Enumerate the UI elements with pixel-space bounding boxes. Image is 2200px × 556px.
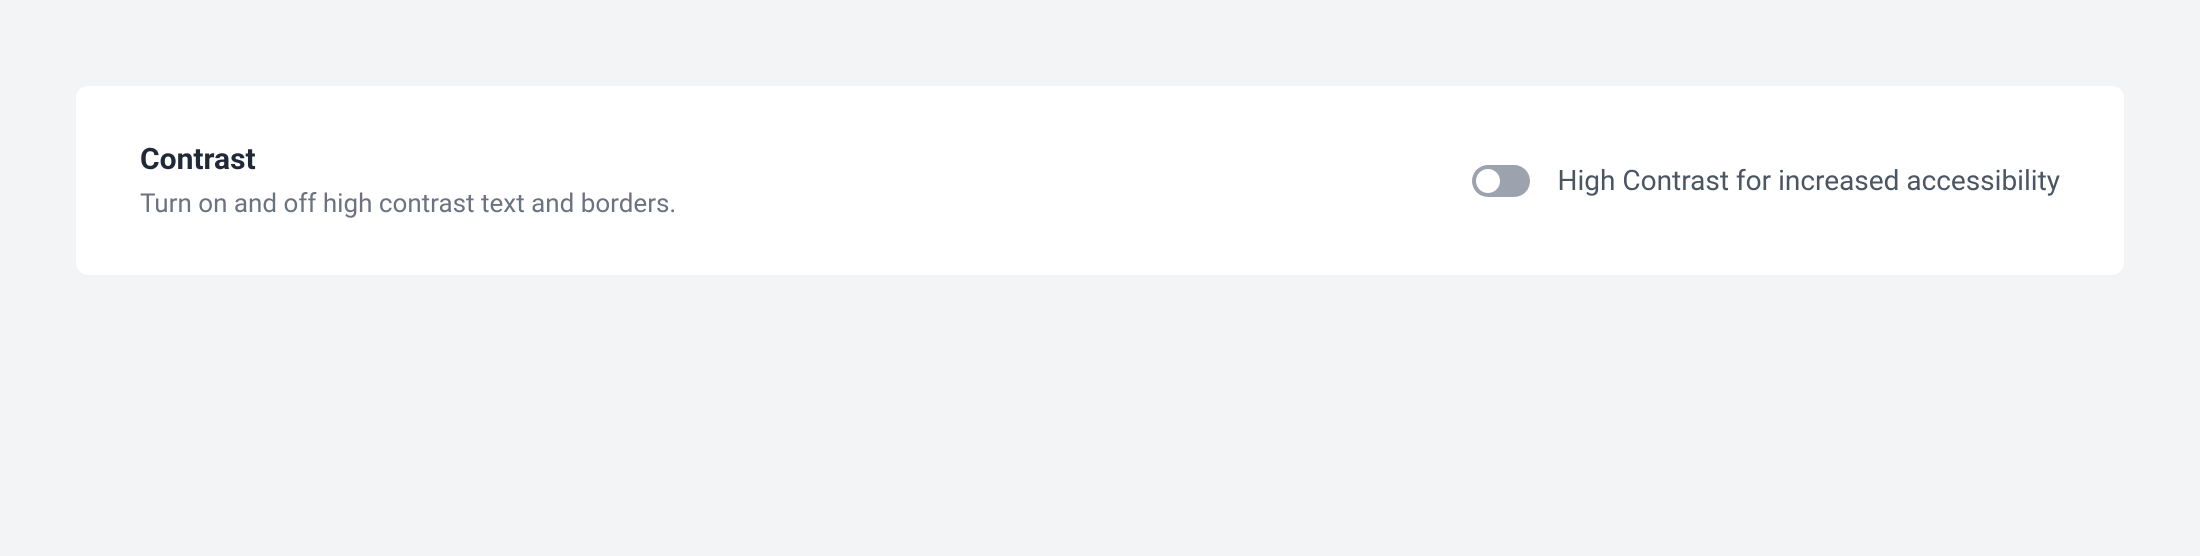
contrast-settings-card: Contrast Turn on and off high contrast t… (76, 86, 2124, 275)
toggle-label: High Contrast for increased accessibilit… (1558, 164, 2060, 197)
settings-description: Turn on and off high contrast text and b… (140, 189, 1472, 219)
settings-control: High Contrast for increased accessibilit… (1472, 164, 2060, 197)
settings-info: Contrast Turn on and off high contrast t… (140, 142, 1472, 219)
toggle-knob (1476, 169, 1500, 193)
high-contrast-toggle[interactable] (1472, 165, 1530, 197)
settings-title: Contrast (140, 142, 1472, 177)
